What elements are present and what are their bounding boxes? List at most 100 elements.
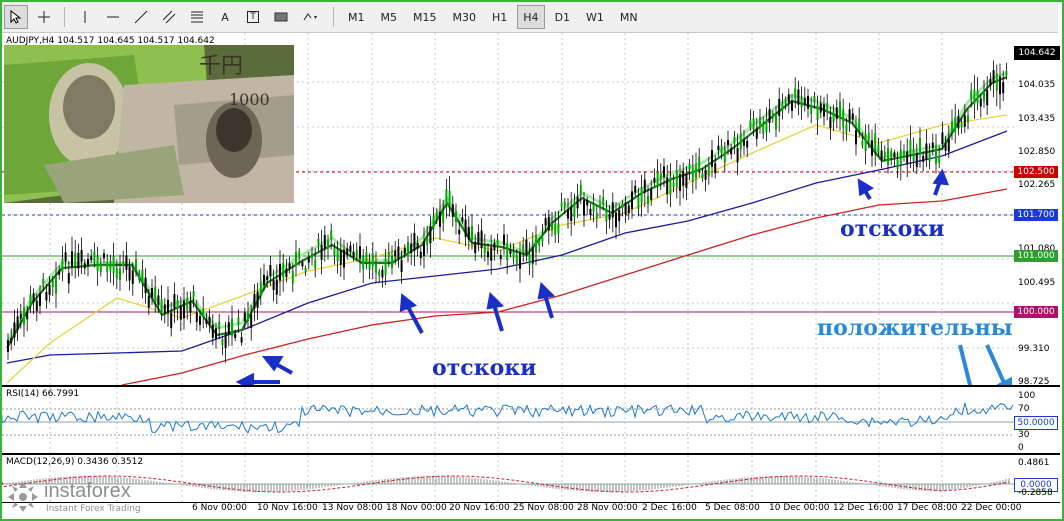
candle-body (167, 299, 169, 313)
candle-body (563, 201, 566, 206)
candle-body (458, 229, 461, 235)
candle-body (285, 268, 288, 278)
candle-body (80, 250, 83, 262)
candle-body (720, 145, 723, 154)
x-tick-label: 2 Dec 16:00 (642, 503, 697, 513)
candle-body (544, 218, 547, 226)
candle-body (579, 184, 582, 195)
candle-body (291, 270, 294, 284)
rectangle-icon[interactable] (269, 5, 293, 29)
timeframe-m15[interactable]: M15 (407, 5, 443, 29)
candle-body (506, 243, 509, 261)
candle-body (848, 109, 851, 121)
timeframe-m30[interactable]: M30 (447, 5, 483, 29)
price-axis[interactable]: 104.642 104.035 103.435 102.850 102.500 … (1014, 33, 1060, 387)
candle-body (944, 143, 947, 151)
rsi-tick-100: 100 (1018, 391, 1036, 401)
candle-body (333, 248, 336, 256)
shapes-icon[interactable] (297, 5, 325, 29)
candle-body (435, 212, 438, 219)
candle-body (970, 90, 973, 99)
macd-tick-bottom: -0.2858 (1018, 488, 1053, 498)
trendline-icon[interactable] (129, 5, 153, 29)
toolbar-divider (333, 7, 334, 27)
candle-body (762, 123, 765, 134)
candle-body (295, 251, 297, 267)
candle-body (186, 298, 189, 311)
candle-body (413, 232, 416, 251)
timeframe-h4[interactable]: H4 (517, 5, 545, 29)
candle-body (554, 223, 557, 236)
candle-body (128, 266, 131, 281)
candle-body (211, 324, 214, 338)
candle-body (131, 270, 134, 284)
rsi-axis[interactable]: 100 70 50.0000 30 0 (1014, 387, 1060, 453)
fibonacci-icon[interactable] (185, 5, 209, 29)
text-tool-button[interactable]: A (213, 5, 237, 29)
level-100000-tag: 100.000 (1014, 306, 1058, 318)
annotation-positive: положительны (817, 315, 1013, 341)
candle-body (32, 293, 35, 303)
horizontal-line-icon[interactable] (101, 5, 125, 29)
candle-body (323, 234, 326, 249)
candle-body (618, 209, 621, 221)
candle-body (93, 251, 96, 262)
crosshair-icon[interactable] (32, 5, 56, 29)
candle-body (464, 219, 467, 237)
candle-body (573, 202, 576, 217)
timeframe-w1[interactable]: W1 (580, 5, 610, 29)
candle-body (243, 312, 246, 322)
price-chart[interactable]: 千円 1000 AUDJPY,H4 104.517 104.645 104.51… (2, 33, 1014, 471)
candle-body (378, 271, 381, 276)
timeframe-h1[interactable]: H1 (486, 5, 513, 29)
candle-body (771, 112, 774, 118)
candle-body (275, 279, 278, 295)
candle-body (624, 202, 627, 215)
label-icon: T (247, 11, 259, 23)
candle-body (832, 111, 835, 123)
candle-body (711, 149, 713, 167)
label-tool-button[interactable]: T (241, 5, 265, 29)
candle-body (141, 269, 144, 284)
candle-body (39, 292, 41, 306)
candle-body (301, 262, 304, 267)
candle-body (64, 252, 67, 262)
candle-body (199, 316, 201, 325)
candle-body (899, 149, 902, 166)
candle-body (611, 202, 614, 218)
candle-body (653, 177, 656, 183)
candle-body (355, 249, 358, 256)
timeframe-m1[interactable]: M1 (342, 5, 371, 29)
candle-body (589, 208, 592, 215)
rsi-pane[interactable]: RSI(14) 66.7991 (2, 387, 1014, 453)
rsi-canvas[interactable] (2, 387, 1014, 453)
vertical-line-icon[interactable] (73, 5, 97, 29)
candle-body (35, 300, 38, 312)
candle-body (826, 103, 829, 113)
candle-body (842, 108, 845, 127)
candle-body (989, 79, 992, 86)
candle-body (490, 247, 493, 261)
candle-body (941, 132, 944, 144)
candle-body (163, 304, 166, 314)
timeframe-mn[interactable]: MN (614, 5, 644, 29)
candle-body (138, 275, 141, 280)
candle-body (704, 169, 707, 180)
candle-body (698, 156, 701, 170)
candle-body (951, 121, 953, 132)
candle-body (957, 116, 960, 129)
candle-body (327, 240, 329, 249)
macd-axis[interactable]: 0.4861 0.0000 -0.2858 (1014, 455, 1060, 502)
channel-icon[interactable] (157, 5, 181, 29)
candle-body (775, 114, 777, 130)
cursor-icon[interactable] (4, 5, 28, 29)
timeframe-d1[interactable]: D1 (549, 5, 576, 29)
candle-body (851, 113, 854, 120)
candle-body (493, 242, 496, 251)
candle-body (547, 216, 550, 231)
candle-body (87, 258, 89, 267)
candle-body (599, 204, 601, 209)
candle-body (784, 99, 787, 105)
timeframe-m5[interactable]: M5 (375, 5, 404, 29)
candle-body (106, 262, 109, 273)
